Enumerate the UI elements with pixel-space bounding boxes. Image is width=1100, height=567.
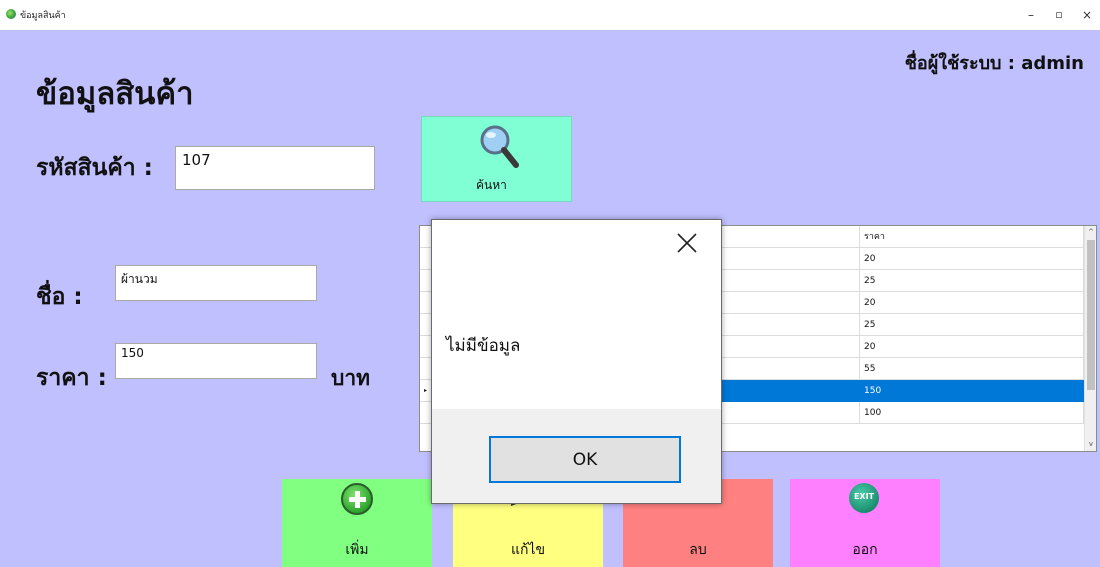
close-icon[interactable]: [671, 227, 703, 259]
scroll-down-icon[interactable]: v: [1085, 438, 1096, 450]
dialog-message: ไม่มีข้อมูล: [446, 336, 521, 356]
price-cell[interactable]: 25: [860, 314, 1084, 336]
price-cell[interactable]: 20: [860, 336, 1084, 358]
price-cell[interactable]: 25: [860, 270, 1084, 292]
add-button-label: เพิ่ม: [345, 542, 369, 558]
edit-button-label: แก้ไข: [510, 542, 546, 558]
price-cell[interactable]: 55: [860, 358, 1084, 380]
price-label: ราคา :: [36, 365, 107, 391]
exit-button-label: ออก: [852, 542, 878, 558]
ok-button[interactable]: OK: [489, 436, 681, 483]
exit-button[interactable]: EXIT ออก: [790, 479, 940, 567]
product-code-input[interactable]: 107: [175, 146, 375, 190]
app-icon: [6, 9, 16, 19]
magnifier-icon: [480, 125, 519, 168]
close-window-button[interactable]: ×: [1074, 5, 1100, 25]
product-name-input[interactable]: ผ้านวม: [115, 265, 317, 301]
currency-label: บาท: [331, 366, 370, 390]
exit-icon: EXIT: [849, 483, 879, 513]
add-icon: [341, 483, 373, 515]
page-title: ข้อมูลสินค้า: [36, 76, 194, 112]
price-cell[interactable]: 150: [860, 380, 1084, 402]
scrollbar-thumb[interactable]: [1087, 240, 1095, 390]
price-cell[interactable]: 100: [860, 402, 1084, 424]
search-button[interactable]: ค้นหา: [421, 116, 572, 202]
grid-vertical-scrollbar[interactable]: ^ v: [1084, 226, 1096, 451]
grid-header-price[interactable]: ราคา: [860, 226, 1084, 248]
price-cell[interactable]: 20: [860, 292, 1084, 314]
search-button-label: ค้นหา: [476, 178, 507, 192]
delete-button-label: ลบ: [689, 542, 707, 558]
price-cell[interactable]: 20: [860, 248, 1084, 270]
dialog-footer: OK: [432, 409, 721, 503]
price-input[interactable]: 150: [115, 343, 317, 379]
message-dialog: ไม่มีข้อมูล OK: [431, 219, 722, 504]
product-name-label: ชื่อ :: [36, 284, 83, 310]
scroll-up-icon[interactable]: ^: [1085, 226, 1096, 238]
title-bar: ข้อมูลสินค้า – ▫ ×: [0, 0, 1100, 30]
maximize-button[interactable]: ▫: [1046, 5, 1072, 25]
current-user-label: ชื่อผู้ใช้ระบบ : admin: [904, 53, 1084, 74]
minimize-button[interactable]: –: [1018, 5, 1044, 25]
window-title: ข้อมูลสินค้า: [20, 11, 66, 21]
add-button[interactable]: เพิ่ม: [282, 479, 432, 567]
product-code-label: รหัสสินค้า :: [36, 155, 153, 181]
